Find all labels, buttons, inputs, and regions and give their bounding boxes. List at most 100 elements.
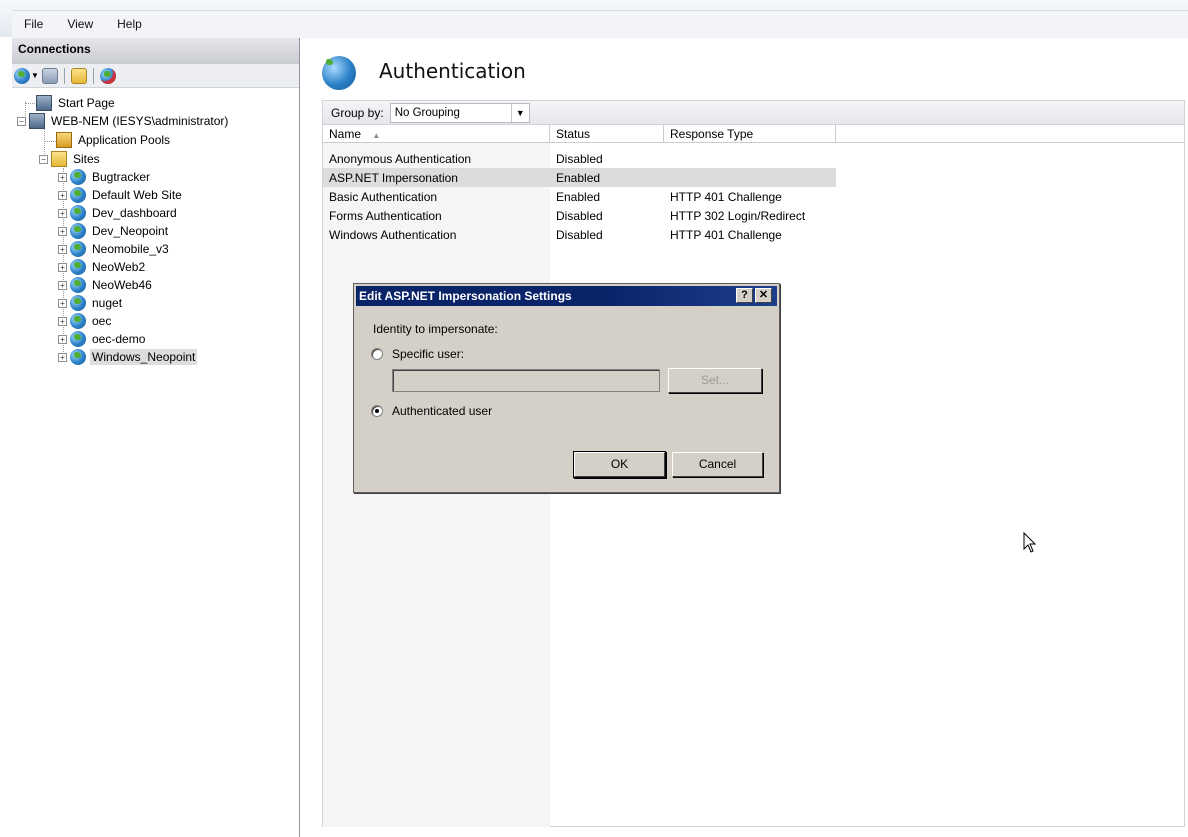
row-name: Basic Authentication xyxy=(329,189,438,204)
tree-label: Application Pools xyxy=(78,133,171,147)
tree-label: oec xyxy=(92,314,112,328)
site-globe-icon xyxy=(70,187,86,203)
site-globe-icon xyxy=(70,259,86,275)
column-header-status[interactable]: Status xyxy=(550,125,664,143)
page-title: Authentication xyxy=(379,59,526,83)
tree-label: Start Page xyxy=(58,96,115,110)
expand-icon[interactable]: + xyxy=(58,208,67,218)
expand-icon[interactable]: + xyxy=(58,352,67,362)
connections-pane: Connections ▼ Start Page − WEB-NEM (IESY… xyxy=(12,38,300,837)
ok-button[interactable]: OK xyxy=(574,452,665,477)
tree-node-app-pools[interactable]: Application Pools xyxy=(56,131,172,149)
chevron-down-icon[interactable]: ▼ xyxy=(510,103,529,122)
tree-label: Default Web Site xyxy=(92,188,182,202)
specific-user-input[interactable] xyxy=(392,369,660,392)
tree-node-site-selected[interactable]: + Windows_Neopoint xyxy=(58,348,198,366)
tree-node-site[interactable]: + oec-demo xyxy=(58,330,147,348)
expand-icon[interactable]: + xyxy=(58,244,67,254)
expand-icon[interactable]: + xyxy=(58,334,67,344)
sort-ascending-icon: ▲ xyxy=(372,131,381,140)
collapse-icon[interactable]: − xyxy=(17,116,26,126)
site-globe-icon xyxy=(70,205,86,221)
tree-node-site[interactable]: + oec xyxy=(58,312,113,330)
column-label: Name xyxy=(329,127,362,141)
server-icon xyxy=(29,113,45,129)
row-status: Disabled xyxy=(556,208,603,223)
authenticated-user-radio[interactable] xyxy=(371,405,383,417)
site-globe-icon xyxy=(70,277,86,293)
tree-label: WEB-NEM (IESYS\administrator) xyxy=(51,114,229,128)
tree-node-server[interactable]: − WEB-NEM (IESYS\administrator) xyxy=(17,112,230,130)
table-row[interactable]: Anonymous Authentication Disabled xyxy=(323,149,836,168)
save-icon[interactable] xyxy=(41,67,58,84)
menu-file[interactable]: File xyxy=(24,17,43,31)
expand-icon[interactable]: + xyxy=(58,262,67,272)
site-globe-icon xyxy=(70,331,86,347)
tree-node-site[interactable]: + nuget xyxy=(58,294,124,312)
menu-view[interactable]: View xyxy=(67,17,93,31)
tree-node-site[interactable]: + Dev_Neopoint xyxy=(58,222,170,240)
tree-label: nuget xyxy=(92,296,123,310)
row-status: Disabled xyxy=(556,151,603,166)
cancel-button[interactable]: Cancel xyxy=(672,452,763,477)
site-globe-icon xyxy=(70,295,86,311)
tree-node-site[interactable]: + Bugtracker xyxy=(58,168,152,186)
mouse-cursor-icon xyxy=(1023,532,1037,553)
tree-node-sites[interactable]: − Sites xyxy=(39,150,102,168)
column-header-name[interactable]: Name ▲ xyxy=(323,125,550,143)
row-name: ASP.NET Impersonation xyxy=(329,170,458,185)
expand-icon[interactable]: + xyxy=(58,298,67,308)
site-globe-icon xyxy=(70,169,86,185)
table-row[interactable]: Windows Authentication Disabled HTTP 401… xyxy=(323,225,836,244)
tree-label: Sites xyxy=(73,152,100,166)
site-globe-icon xyxy=(70,223,86,239)
close-button[interactable]: ✕ xyxy=(755,288,772,303)
group-by-label: Group by: xyxy=(331,105,384,120)
group-by-bar: Group by: No Grouping ▼ xyxy=(322,100,1185,124)
identity-label: Identity to impersonate: xyxy=(373,322,498,336)
collapse-icon[interactable]: − xyxy=(39,154,48,164)
up-folder-icon[interactable] xyxy=(70,67,87,84)
dialog-title: Edit ASP.NET Impersonation Settings xyxy=(359,289,572,303)
column-label: Response Type xyxy=(670,127,754,141)
disconnect-icon[interactable] xyxy=(99,67,116,84)
row-response: HTTP 401 Challenge xyxy=(670,189,782,204)
row-response: HTTP 401 Challenge xyxy=(670,227,782,242)
tree-label: Dev_Neopoint xyxy=(92,224,169,238)
expand-icon[interactable]: + xyxy=(58,316,67,326)
site-globe-icon xyxy=(70,349,86,365)
menu-help[interactable]: Help xyxy=(117,17,142,31)
tree-label: NeoWeb2 xyxy=(92,260,146,274)
dialog-title-bar[interactable]: Edit ASP.NET Impersonation Settings xyxy=(356,286,777,306)
expand-icon[interactable]: + xyxy=(58,172,67,182)
group-by-select[interactable]: No Grouping ▼ xyxy=(389,102,530,123)
connect-icon[interactable] xyxy=(14,67,30,84)
impersonation-dialog: Edit ASP.NET Impersonation Settings ? ✕ … xyxy=(353,283,780,493)
table-row[interactable]: Forms Authentication Disabled HTTP 302 L… xyxy=(323,206,836,225)
tree-node-site[interactable]: + Neomobile_v3 xyxy=(58,240,171,258)
table-row-selected[interactable]: ASP.NET Impersonation Enabled xyxy=(323,168,836,187)
expand-icon[interactable]: + xyxy=(58,280,67,290)
tree-node-site[interactable]: + NeoWeb46 xyxy=(58,276,154,294)
app-pools-icon xyxy=(56,132,72,148)
specific-user-label[interactable]: Specific user: xyxy=(392,347,464,361)
expand-icon[interactable]: + xyxy=(58,226,67,236)
set-button[interactable]: Set... xyxy=(668,368,762,393)
toolbar-separator xyxy=(63,67,65,84)
authenticated-user-label[interactable]: Authenticated user xyxy=(392,404,492,418)
dropdown-arrow-icon[interactable]: ▼ xyxy=(31,71,39,80)
tree-node-site[interactable]: + Dev_dashboard xyxy=(58,204,179,222)
column-header-response-type[interactable]: Response Type xyxy=(664,125,836,143)
help-button[interactable]: ? xyxy=(736,288,753,303)
tree-node-site[interactable]: + Default Web Site xyxy=(58,186,184,204)
specific-user-radio[interactable] xyxy=(371,348,383,360)
tree-label: Windows_Neopoint xyxy=(90,349,198,365)
connections-title: Connections xyxy=(12,38,299,64)
tree-node-site[interactable]: + NeoWeb2 xyxy=(58,258,147,276)
expand-icon[interactable]: + xyxy=(58,190,67,200)
list-header: Name ▲ Status Response Type xyxy=(323,125,1184,143)
row-status: Disabled xyxy=(556,227,603,242)
tree-node-start-page[interactable]: Start Page xyxy=(36,94,117,112)
start-page-icon xyxy=(36,95,52,111)
table-row[interactable]: Basic Authentication Enabled HTTP 401 Ch… xyxy=(323,187,836,206)
